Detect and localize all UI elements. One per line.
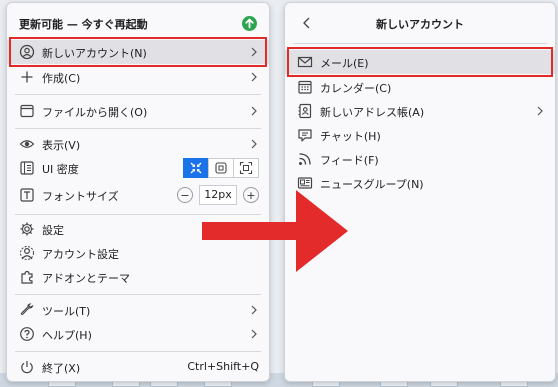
tools-label: ツール(T): [42, 305, 91, 318]
power-icon: [19, 359, 35, 375]
chat-icon: [297, 127, 313, 143]
menu-separator: [15, 94, 261, 95]
font-size-decrease-button[interactable]: −: [177, 187, 193, 203]
menu-separator: [15, 294, 261, 295]
addons-themes-label: アドオンとテーマ: [42, 272, 130, 285]
submenu-item-address-book[interactable]: 新しいアドレス帳(A): [285, 99, 555, 123]
ui-density-label: UI 密度: [42, 163, 79, 176]
menu-item-ui-density: UI 密度: [7, 156, 269, 180]
calendar-icon: [297, 79, 313, 95]
menu-separator: [293, 43, 547, 44]
update-arrow-icon: [242, 16, 257, 31]
density-compact-button[interactable]: [183, 158, 209, 178]
newsgroup-icon: [297, 175, 313, 191]
update-available-item[interactable]: 更新可能 — 今すぐ再起動: [7, 11, 269, 35]
density-selector: [183, 158, 259, 178]
settings-label: 設定: [42, 224, 64, 237]
menu-item-help[interactable]: ヘルプ(H): [7, 322, 269, 346]
chevron-right-icon: [249, 103, 259, 119]
eye-icon: [19, 136, 35, 152]
density-normal-button[interactable]: [208, 158, 234, 178]
file-open-icon: [19, 103, 35, 119]
menu-item-view[interactable]: 表示(V): [7, 132, 269, 156]
help-icon: [19, 326, 35, 342]
plus-icon: [19, 69, 35, 85]
wrench-icon: [19, 302, 35, 318]
puzzle-icon: [19, 269, 35, 285]
chevron-right-icon: [249, 326, 259, 342]
density-icon: [19, 160, 35, 176]
gear-icon: [19, 221, 35, 237]
menu-separator: [15, 351, 261, 352]
submenu-item-calendar[interactable]: カレンダー(C): [285, 75, 555, 99]
quit-shortcut: Ctrl+Shift+Q: [187, 360, 259, 373]
view-label: 表示(V): [42, 139, 81, 152]
address-book-icon: [297, 103, 313, 119]
submenu-title: 新しいアカウント: [376, 18, 464, 31]
density-touch-button[interactable]: [233, 158, 259, 178]
font-size-icon: [19, 187, 35, 203]
font-size-label: フォントサイズ: [42, 190, 119, 203]
address-book-label: 新しいアドレス帳(A): [320, 106, 425, 119]
help-label: ヘルプ(H): [42, 329, 92, 342]
mail-highlight-box: [287, 47, 553, 77]
menu-separator: [15, 128, 261, 129]
new-account-highlight-box: [9, 37, 267, 67]
chevron-right-icon: [249, 136, 259, 152]
chevron-right-icon: [249, 302, 259, 318]
submenu-item-chat[interactable]: チャット(H): [285, 123, 555, 147]
chat-label: チャット(H): [320, 130, 381, 143]
open-file-label: ファイルから開く(O): [42, 106, 148, 119]
account-settings-label: アカウント設定: [42, 248, 119, 261]
calendar-label: カレンダー(C): [320, 82, 392, 95]
submenu-header: 新しいアカウント: [285, 3, 555, 43]
menu-item-quit[interactable]: 終了(X) Ctrl+Shift+Q: [7, 355, 269, 379]
account-settings-icon: [19, 245, 35, 261]
feed-icon: [297, 151, 313, 167]
create-label: 作成(C): [42, 72, 81, 85]
menu-item-tools[interactable]: ツール(T): [7, 298, 269, 322]
red-arrow-annotation: [202, 190, 348, 272]
menu-item-create[interactable]: 作成(C): [7, 65, 269, 89]
chevron-right-icon: [535, 103, 545, 119]
chevron-right-icon: [249, 69, 259, 85]
feed-label: フィード(F): [320, 154, 379, 167]
quit-label: 終了(X): [42, 362, 81, 375]
menu-item-open-file[interactable]: ファイルから開く(O): [7, 99, 269, 123]
update-label: 更新可能 — 今すぐ再起動: [19, 18, 148, 31]
submenu-item-feed[interactable]: フィード(F): [285, 147, 555, 171]
